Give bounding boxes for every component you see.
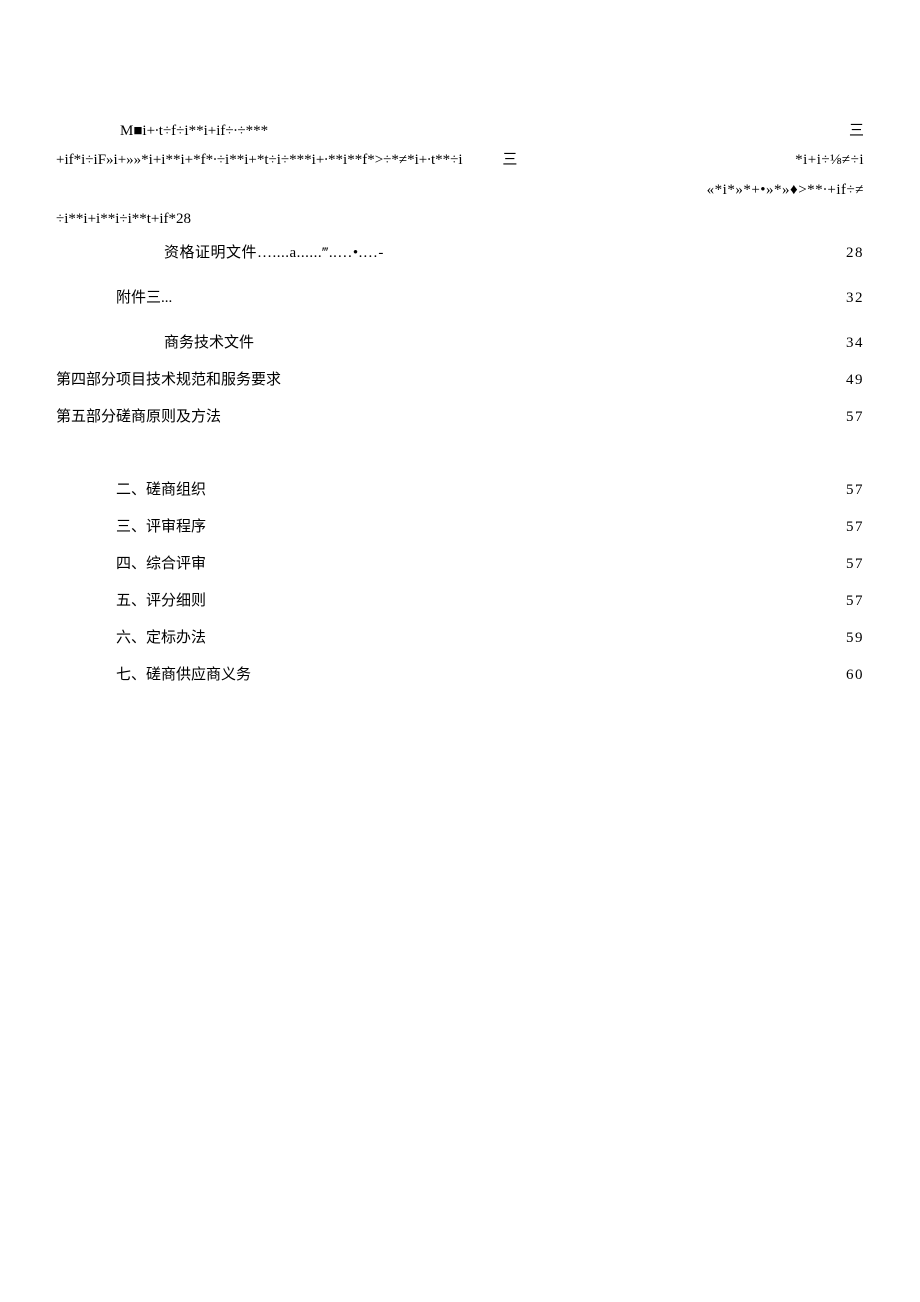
toc-label: 五、评分细则 (116, 585, 206, 618)
toc-entry-section-2: 二、磋商组织 57 (56, 474, 864, 507)
toc-entry-qualification-docs: 资格证明文件…....a......‴..…•.…- 28 (56, 237, 864, 270)
garbled-text: ÷i**i+i**i÷i**t+if*28 (56, 211, 191, 227)
toc-page-number: 32 (846, 282, 864, 315)
toc-page-number: 57 (846, 474, 864, 507)
toc-page-number: 57 (846, 548, 864, 581)
toc-page-number: 49 (846, 364, 864, 397)
garbled-line-2: +if*i÷iF»i+»»*i+i**i+*f*∙÷i**i+*t÷i÷***i… (56, 149, 864, 172)
toc-entry-section-7: 七、磋商供应商义务 60 (56, 659, 864, 692)
garbled-text: +if*i÷iF»i+»»*i+i**i+*f*∙÷i**i+*t÷i÷***i… (56, 152, 463, 168)
toc-entry-section-3: 三、评审程序 57 (56, 511, 864, 544)
toc-entry-section-5: 五、评分细则 57 (56, 585, 864, 618)
toc-entry-appendix-3: 附件三... 32 (56, 282, 864, 315)
toc-entry-part4: 第四部分项目技术规范和服务要求 49 (56, 364, 864, 397)
toc-label: 资格证明文件…....a......‴..…•.…- (164, 237, 384, 270)
toc-entry-section-4: 四、综合评审 57 (56, 548, 864, 581)
toc-label: 三、评审程序 (116, 511, 206, 544)
garbled-line-1: M■i+∙t÷f÷i**i+if÷∙÷*** 三 (56, 120, 864, 143)
toc-label: 商务技术文件 (164, 327, 254, 360)
garbled-line-4: ÷i**i+i**i÷i**t+if*28 (56, 208, 864, 231)
toc-page-number: 57 (846, 401, 864, 434)
toc-page-number: 57 (846, 585, 864, 618)
garbled-text-right: 三 (849, 120, 864, 143)
toc-entry-section-6: 六、定标办法 59 (56, 622, 864, 655)
toc-page-number: 59 (846, 622, 864, 655)
toc-page-number: 28 (846, 237, 864, 270)
garbled-line-3: «*i*»*+•»*»♦>**∙+if÷≠ (56, 179, 864, 202)
toc-entry-business-tech-docs: 商务技术文件 34 (56, 327, 864, 360)
toc-page-number: 60 (846, 659, 864, 692)
toc-label: 第四部分项目技术规范和服务要求 (56, 364, 281, 397)
toc-entry-part5: 第五部分磋商原则及方法 57 (56, 401, 864, 434)
table-of-contents: 资格证明文件…....a......‴..…•.…- 28 附件三... 32 … (56, 237, 864, 692)
garbled-text-right: *i+i÷⅛≠÷i (795, 149, 864, 172)
toc-label: 第五部分磋商原则及方法 (56, 401, 221, 434)
garbled-text-right: «*i*»*+•»*»♦>**∙+if÷≠ (707, 182, 864, 198)
toc-label: 附件三... (116, 282, 172, 315)
toc-label: 七、磋商供应商义务 (116, 659, 251, 692)
document-page: M■i+∙t÷f÷i**i+if÷∙÷*** 三 +if*i÷iF»i+»»*i… (0, 0, 920, 692)
toc-label: 二、磋商组织 (116, 474, 206, 507)
toc-page-number: 34 (846, 327, 864, 360)
toc-label: 四、综合评审 (116, 548, 206, 581)
toc-page-number: 57 (846, 511, 864, 544)
garbled-text-mid: 三 (466, 152, 517, 168)
toc-label: 六、定标办法 (116, 622, 206, 655)
garbled-text: M■i+∙t÷f÷i**i+if÷∙÷*** (120, 123, 268, 139)
